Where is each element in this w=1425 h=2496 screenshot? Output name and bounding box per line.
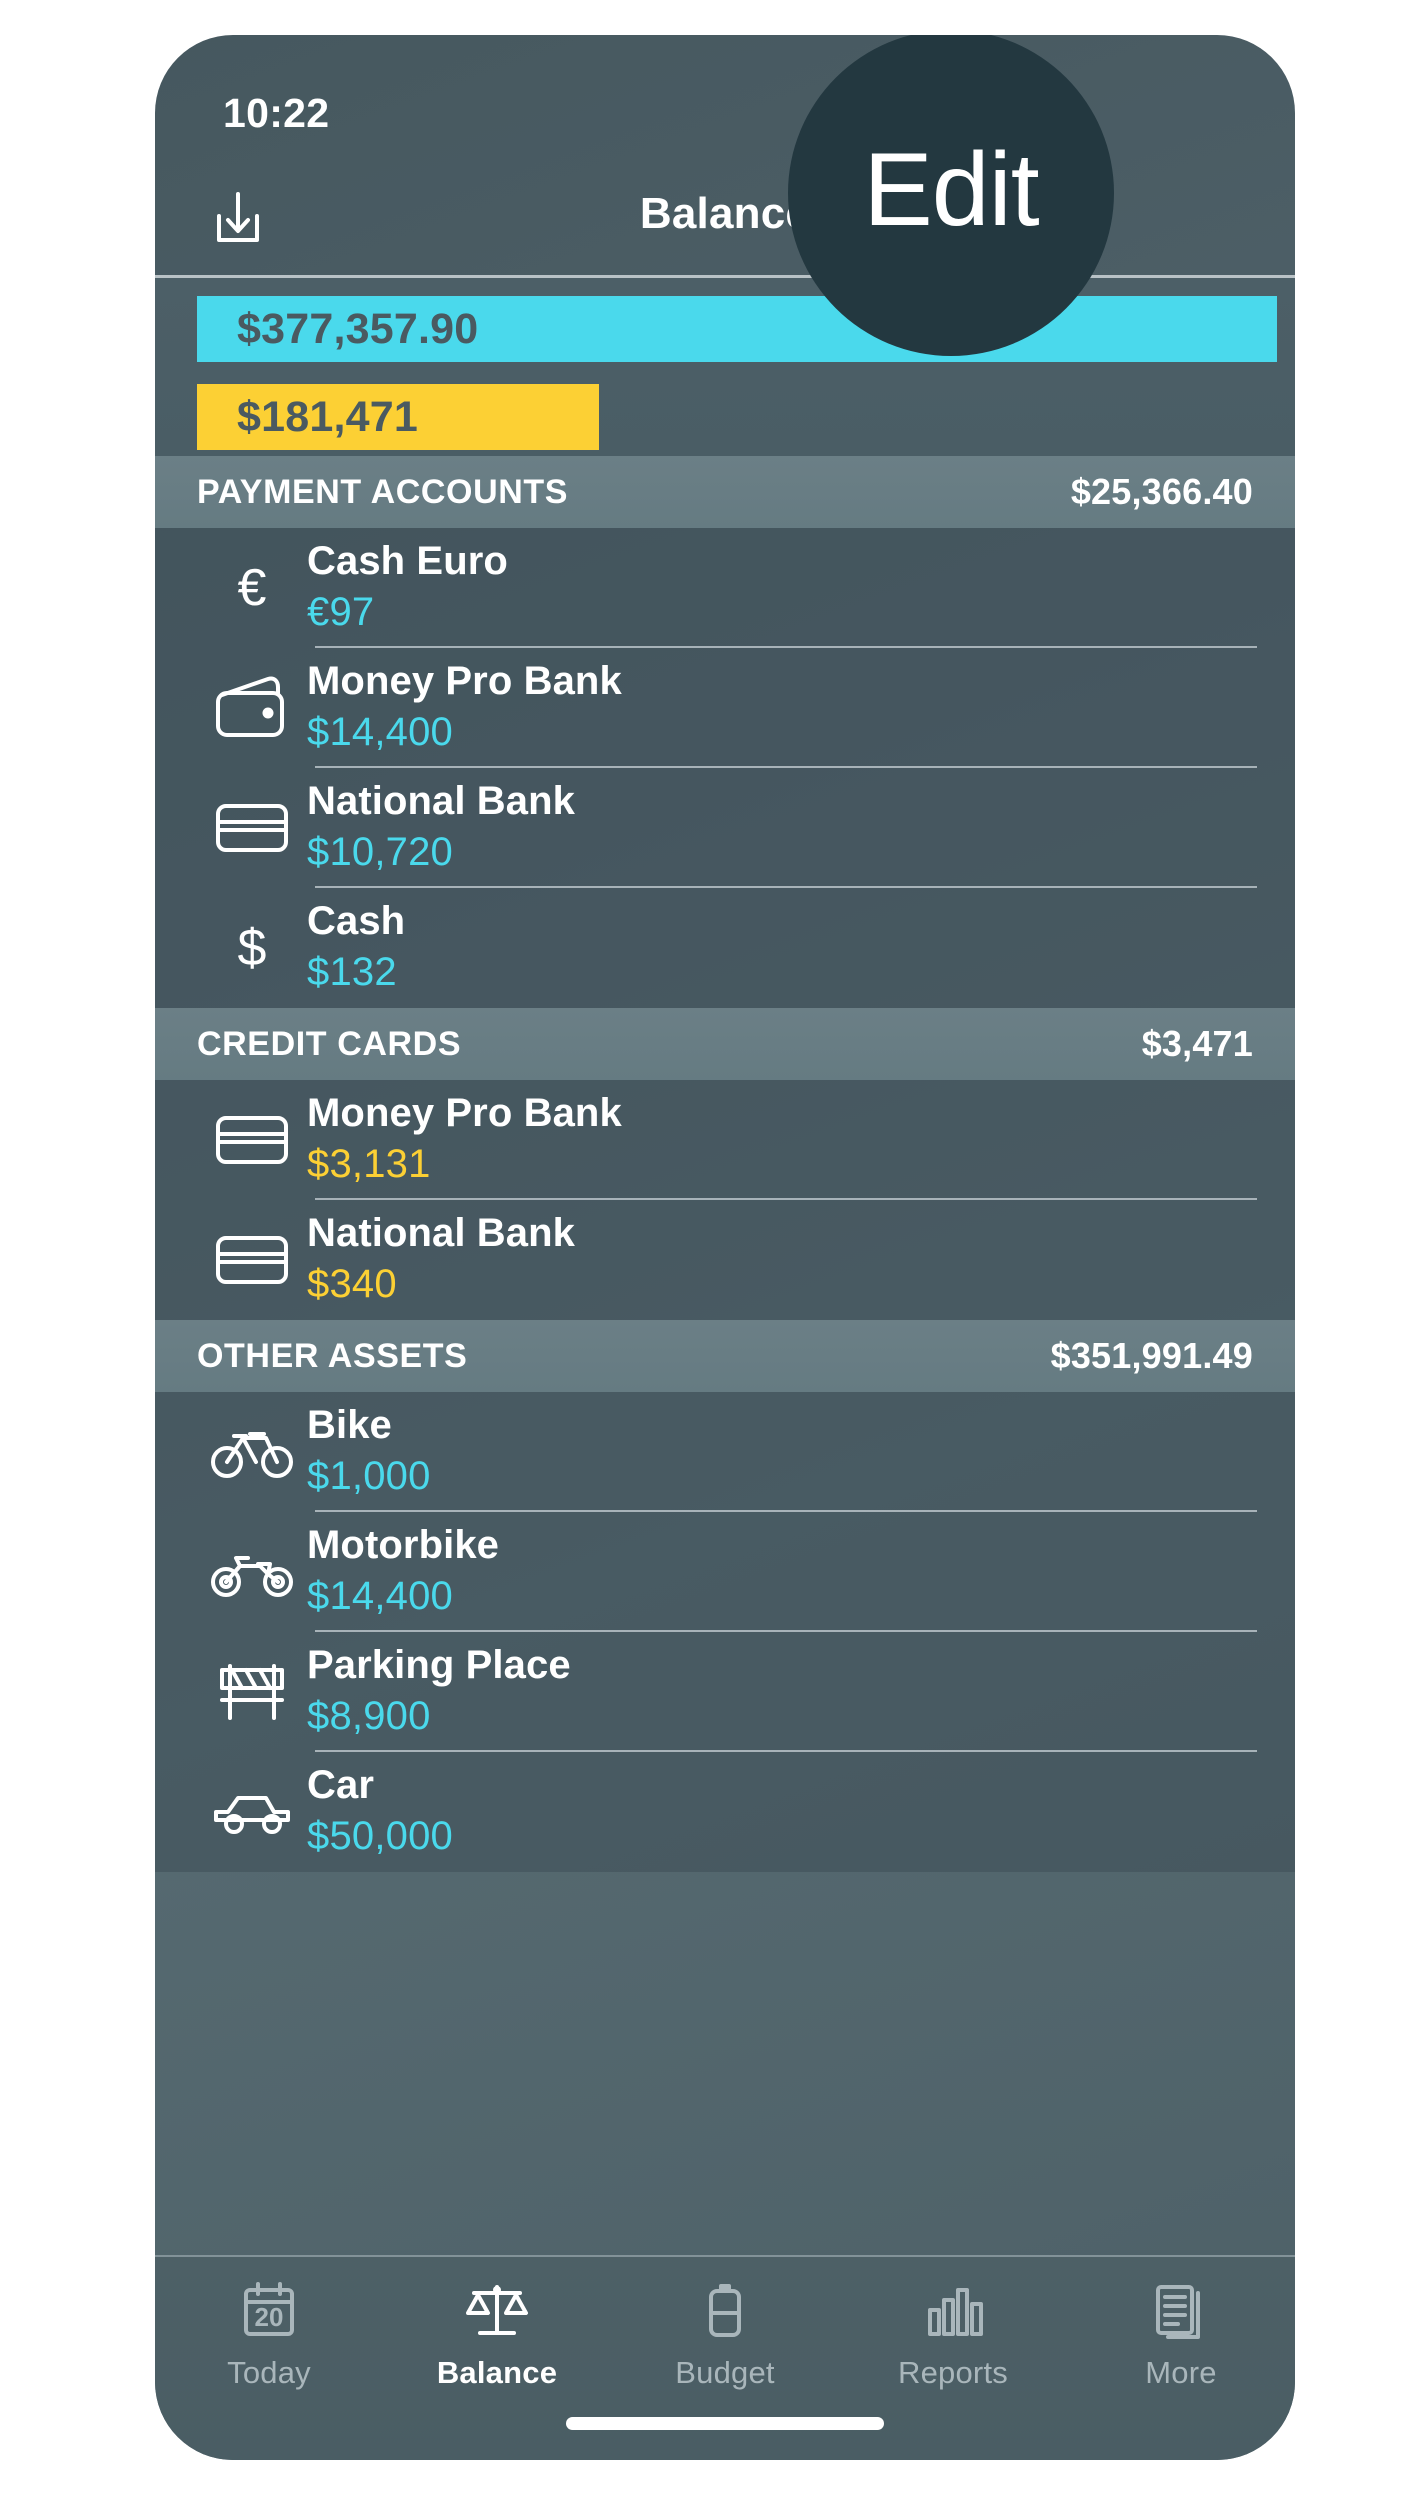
- tab-today[interactable]: 20 Today: [155, 2257, 383, 2391]
- bar-chart-icon: [922, 2273, 984, 2349]
- account-amount: $14,400: [307, 1574, 453, 1618]
- account-amount: $14,400: [307, 710, 453, 754]
- account-amount: $3,131: [307, 1142, 431, 1186]
- list-item[interactable]: Money Pro Bank $3,131: [155, 1080, 1295, 1200]
- tab-label: Reports: [898, 2355, 1008, 2390]
- edit-button-label: Edit: [863, 131, 1039, 248]
- section-amount: $351,991.49: [1050, 1335, 1253, 1376]
- section-header-credit-cards: CREDIT CARDS $3,471: [155, 1008, 1295, 1080]
- section-title: PAYMENT ACCOUNTS: [197, 472, 569, 511]
- account-name: National Bank: [307, 1211, 576, 1255]
- account-name: Parking Place: [307, 1643, 571, 1687]
- euro-currency-icon: €: [237, 559, 267, 617]
- account-amount: €97: [307, 590, 375, 634]
- account-amount: $8,900: [307, 1694, 431, 1738]
- status-time: 10:22: [223, 90, 330, 136]
- calendar-day-number: 20: [255, 2302, 284, 2332]
- section-amount: $25,366.40: [1070, 471, 1253, 512]
- account-name: Cash Euro: [307, 539, 508, 583]
- page-title: Balance: [639, 189, 811, 238]
- navigation-bar: Balance: [155, 163, 1295, 275]
- documents-icon: [1152, 2273, 1210, 2349]
- assets-total-bar: $377,357.90: [197, 296, 1277, 362]
- tab-more[interactable]: More: [1067, 2257, 1295, 2391]
- account-name: Bike: [307, 1403, 392, 1447]
- home-indicator: [566, 2417, 884, 2430]
- calendar-icon: 20: [238, 2273, 300, 2349]
- section-header-other-assets: OTHER ASSETS $351,991.49: [155, 1320, 1295, 1392]
- bicycle-icon: [197, 1409, 307, 1495]
- account-name: National Bank: [307, 779, 576, 823]
- tab-label: More: [1145, 2355, 1217, 2390]
- accounts-list[interactable]: PAYMENT ACCOUNTS $25,366.40 € Cash Euro …: [155, 456, 1295, 2460]
- credit-card-icon: [197, 1097, 307, 1183]
- section-title: OTHER ASSETS: [197, 1336, 468, 1375]
- list-item[interactable]: Money Pro Bank $14,400: [155, 648, 1295, 768]
- account-name: Money Pro Bank: [307, 659, 622, 703]
- phone-frame: 10:22 Balance $377,357.90 $181,471 PAYME…: [155, 35, 1295, 2460]
- app-screen: 10:22 Balance $377,357.90 $181,471 PAYME…: [155, 35, 1295, 2460]
- dollar-currency-icon: $: [237, 919, 267, 977]
- section-header-payment-accounts: PAYMENT ACCOUNTS $25,366.40: [155, 456, 1295, 528]
- list-item[interactable]: $ Cash $132: [155, 888, 1295, 1008]
- tab-label: Balance: [436, 2355, 558, 2390]
- status-bar: 10:22: [155, 35, 1295, 163]
- account-name: Money Pro Bank: [307, 1091, 622, 1135]
- totals-panel: $377,357.90 $181,471: [155, 278, 1295, 456]
- tab-label: Today: [227, 2355, 311, 2390]
- credit-card-icon: [197, 1217, 307, 1303]
- account-amount: $132: [307, 950, 397, 994]
- list-item[interactable]: National Bank $340: [155, 1200, 1295, 1320]
- section-title: CREDIT CARDS: [197, 1024, 462, 1063]
- wallet-icon: [197, 665, 307, 751]
- tab-balance[interactable]: Balance: [383, 2257, 611, 2391]
- list-item[interactable]: Motorbike $14,400: [155, 1512, 1295, 1632]
- debts-total-bar: $181,471: [197, 384, 599, 450]
- tab-reports[interactable]: Reports: [839, 2257, 1067, 2391]
- list-item[interactable]: Car $50,000: [155, 1752, 1295, 1872]
- road-barrier-icon: [197, 1649, 307, 1735]
- account-amount: $50,000: [307, 1814, 453, 1858]
- edit-button[interactable]: Edit: [788, 35, 1114, 356]
- list-item[interactable]: Parking Place $8,900: [155, 1632, 1295, 1752]
- account-amount: $10,720: [307, 830, 453, 874]
- motorbike-icon: [197, 1529, 307, 1615]
- section-rows-credit-cards: Money Pro Bank $3,131 National Bank $340: [155, 1080, 1295, 1320]
- car-icon: [197, 1769, 307, 1855]
- account-name: Cash: [307, 899, 406, 943]
- section-rows-other-assets: Bike $1,000 Motorbike $14,400 Parking Pl…: [155, 1392, 1295, 1872]
- list-item[interactable]: Bike $1,000: [155, 1392, 1295, 1512]
- account-amount: $1,000: [307, 1454, 431, 1498]
- scales-icon: [464, 2273, 530, 2349]
- tab-budget[interactable]: Budget: [611, 2257, 839, 2391]
- credit-card-icon: [197, 785, 307, 871]
- battery-icon: [701, 2273, 749, 2349]
- section-rows-payment-accounts: € Cash Euro €97 Money Pro Bank $14,400 N…: [155, 528, 1295, 1008]
- assets-total-value: $377,357.90: [237, 304, 479, 353]
- section-amount: $3,471: [1141, 1023, 1253, 1064]
- account-name: Motorbike: [307, 1523, 500, 1567]
- list-item[interactable]: National Bank $10,720: [155, 768, 1295, 888]
- list-item[interactable]: € Cash Euro €97: [155, 528, 1295, 648]
- account-name: Car: [307, 1763, 374, 1807]
- debts-total-value: $181,471: [237, 392, 418, 441]
- tab-label: Budget: [675, 2355, 775, 2390]
- screenshot-canvas: 10:22 Balance $377,357.90 $181,471 PAYME…: [0, 0, 1425, 2496]
- account-amount: $340: [307, 1262, 397, 1306]
